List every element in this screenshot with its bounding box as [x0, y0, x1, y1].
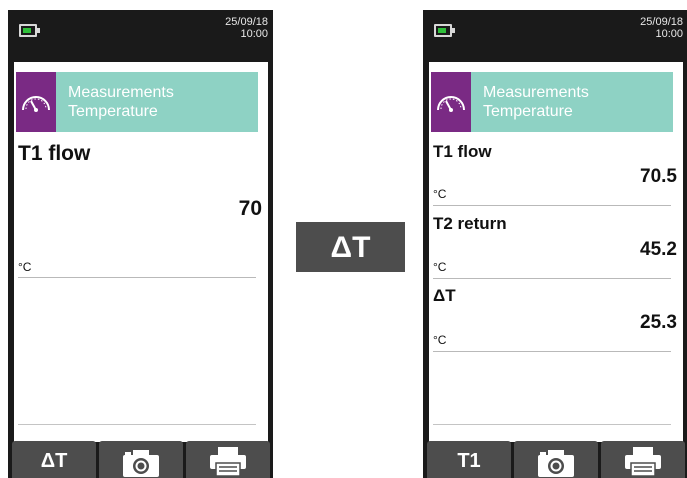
measurement-value: 25.3: [640, 312, 677, 333]
measurement-unit: °C: [433, 333, 447, 347]
divider: [433, 424, 671, 425]
date-time: 25/09/18 10:00: [640, 16, 683, 40]
softkey-camera[interactable]: [99, 441, 183, 478]
softkey-label: T1: [457, 450, 481, 472]
time-label: 10:00: [655, 28, 683, 40]
screen: Measurements Temperature T1 flow 70 °C: [14, 62, 268, 442]
date-time: 25/09/18 10:00: [225, 16, 268, 40]
measurement-unit: °C: [18, 260, 32, 274]
battery-icon: [434, 24, 455, 37]
time-label: 10:00: [240, 28, 268, 40]
softkey-print[interactable]: [601, 441, 685, 478]
header-line2: Temperature: [483, 103, 573, 120]
printer-icon: [210, 447, 246, 476]
divider: [18, 424, 256, 425]
measurement-unit: °C: [433, 260, 447, 274]
measurement-name: ΔT: [433, 286, 456, 305]
divider: [18, 277, 256, 278]
menu-header: Measurements Temperature: [16, 72, 258, 132]
measurement-value: 70.5: [640, 166, 677, 187]
header-title: Measurements Temperature: [68, 83, 174, 121]
softkey-label: ΔT: [40, 450, 68, 472]
softkey-print[interactable]: [186, 441, 270, 478]
gauge-icon: [431, 72, 471, 132]
header-title: Measurements Temperature: [483, 83, 589, 121]
softkey-delta-t[interactable]: ΔT: [12, 441, 96, 478]
status-bar: 25/09/18 10:00: [8, 10, 273, 52]
camera-icon: [123, 450, 159, 477]
header-line1: Measurements: [68, 84, 174, 101]
device-left: 25/09/18 10:00 Measurements Temperature …: [8, 10, 273, 478]
menu-header: Measurements Temperature: [431, 72, 673, 132]
screen: Measurements Temperature T1 flow 70.5 °C…: [429, 62, 683, 442]
measurement-name: T2 return: [433, 214, 507, 233]
softkey-t1[interactable]: T1: [427, 441, 511, 478]
softkey-bar: T1: [427, 441, 685, 478]
measurement-name: T1 flow: [433, 142, 492, 161]
softkey-bar: ΔT: [12, 441, 270, 478]
date-label: 25/09/18: [640, 16, 683, 28]
measurement-unit: °C: [433, 187, 447, 201]
measurement-name: T1 flow: [18, 142, 91, 165]
divider: [433, 351, 671, 352]
delta-t-transition-badge: ΔT: [296, 222, 405, 272]
device-right: 25/09/18 10:00 Measurements Temperature …: [423, 10, 687, 478]
gauge-icon: [16, 72, 56, 132]
softkey-camera[interactable]: [514, 441, 598, 478]
divider: [433, 205, 671, 206]
printer-icon: [625, 447, 661, 476]
header-line1: Measurements: [483, 84, 589, 101]
status-bar: 25/09/18 10:00: [423, 10, 687, 52]
header-line2: Temperature: [68, 103, 158, 120]
date-label: 25/09/18: [225, 16, 268, 28]
camera-icon: [538, 450, 574, 477]
battery-icon: [19, 24, 40, 37]
measurement-value: 45.2: [640, 239, 677, 260]
divider: [433, 278, 671, 279]
measurement-value: 70: [238, 197, 262, 220]
